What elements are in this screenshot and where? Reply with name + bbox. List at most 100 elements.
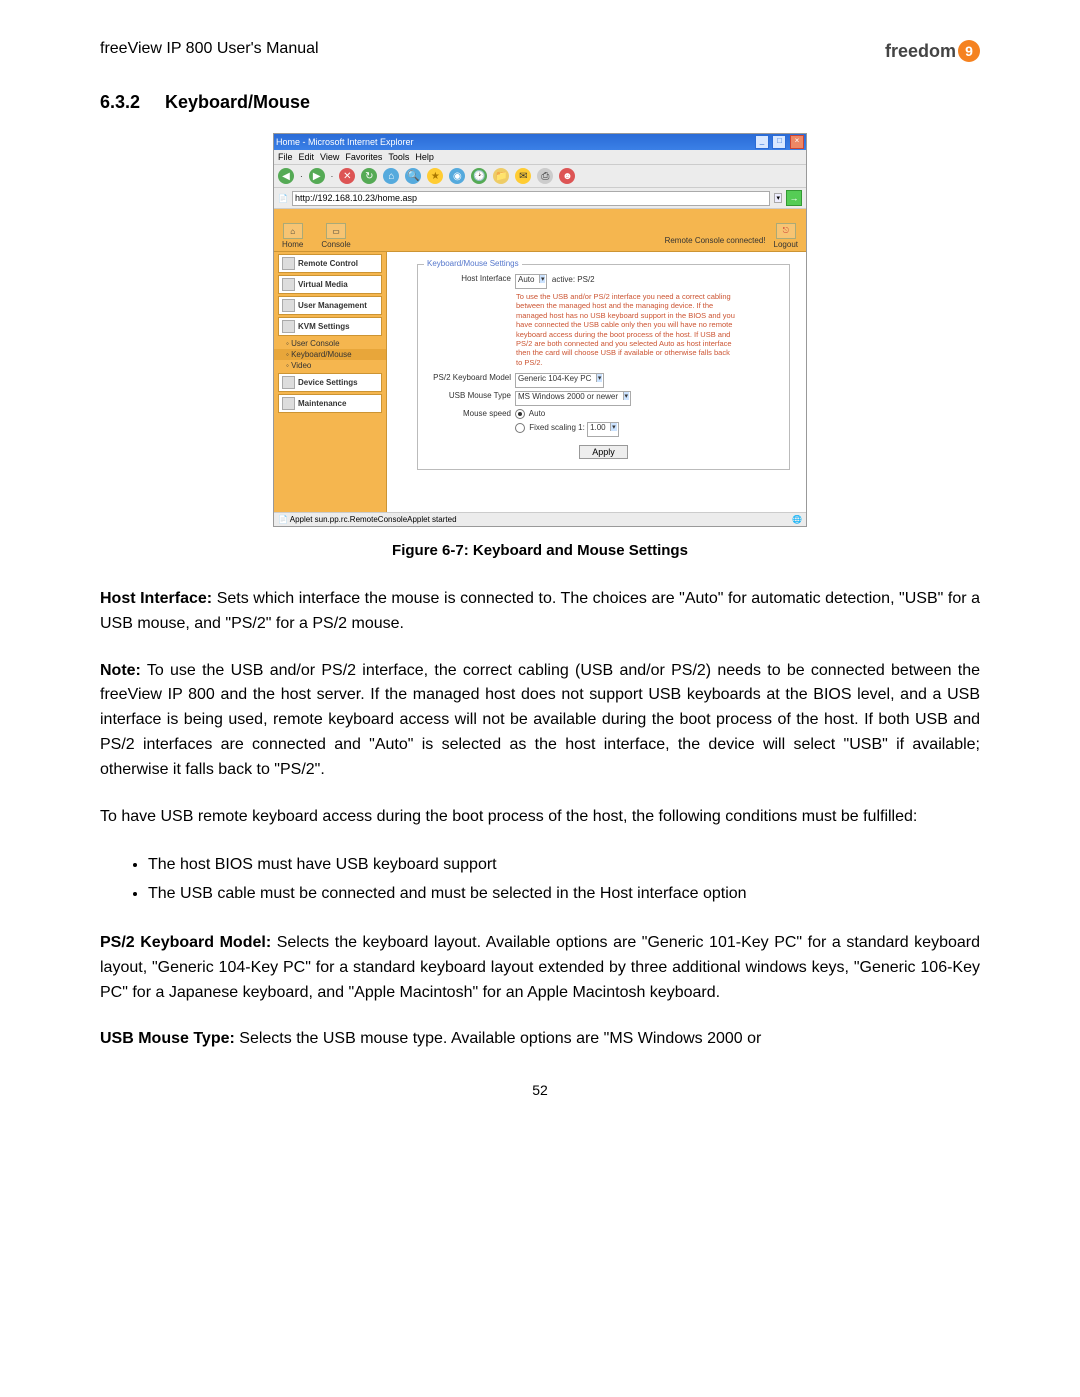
conditions-list: The host BIOS must have USB keyboard sup… bbox=[100, 851, 980, 909]
messenger-icon[interactable]: ☻ bbox=[559, 168, 575, 184]
p1-label: Host Interface: bbox=[100, 590, 212, 607]
usb-mouse-select[interactable]: MS Windows 2000 or newer bbox=[515, 391, 631, 406]
p2-label: Note: bbox=[100, 662, 141, 679]
sidebar-sub-label: Video bbox=[291, 361, 311, 370]
mail-icon[interactable]: ✉ bbox=[515, 168, 531, 184]
mouse-speed-label: Mouse speed bbox=[426, 409, 515, 418]
figure-screenshot: Home - Microsoft Internet Explorer _ □ ×… bbox=[273, 133, 807, 527]
stop-icon[interactable]: ✕ bbox=[339, 168, 355, 184]
sidebar-item-device-settings[interactable]: Device Settings bbox=[278, 373, 382, 392]
topnav-console[interactable]: ▭ Console bbox=[321, 223, 350, 249]
search-icon[interactable]: 🔍 bbox=[405, 168, 421, 184]
sidebar-label: Remote Control bbox=[298, 259, 358, 268]
sidebar: Remote Control Virtual Media User Manage… bbox=[274, 252, 387, 512]
menu-tools[interactable]: Tools bbox=[388, 152, 409, 162]
p2-text: To use the USB and/or PS/2 interface, th… bbox=[100, 662, 980, 778]
browser-title-text: Home - Microsoft Internet Explorer bbox=[276, 137, 414, 147]
device-settings-icon bbox=[282, 376, 295, 389]
sidebar-label: User Management bbox=[298, 301, 367, 310]
mouse-speed-auto-radio[interactable] bbox=[515, 409, 525, 419]
browser-titlebar: Home - Microsoft Internet Explorer _ □ × bbox=[274, 134, 806, 150]
usb-mouse-label: USB Mouse Type bbox=[426, 391, 515, 400]
paragraph-kb-model: PS/2 Keyboard Model: Selects the keyboar… bbox=[100, 931, 980, 1005]
console-icon: ▭ bbox=[326, 223, 346, 239]
minimize-button[interactable]: _ bbox=[755, 135, 769, 149]
maximize-button[interactable]: □ bbox=[772, 135, 786, 149]
sidebar-label: Virtual Media bbox=[298, 280, 348, 289]
fieldset-legend: Keyboard/Mouse Settings bbox=[424, 259, 522, 268]
sidebar-sub-user-console[interactable]: ◦ User Console bbox=[274, 338, 386, 349]
maintenance-icon bbox=[282, 397, 295, 410]
kb-model-select[interactable]: Generic 104-Key PC bbox=[515, 373, 604, 388]
kb-model-label: PS/2 Keyboard Model bbox=[426, 373, 515, 382]
sidebar-item-user-management[interactable]: User Management bbox=[278, 296, 382, 315]
address-dropdown[interactable]: ▾ bbox=[774, 193, 782, 203]
list-item: The host BIOS must have USB keyboard sup… bbox=[148, 851, 980, 880]
remote-control-icon bbox=[282, 257, 295, 270]
topnav-home[interactable]: ⌂ Home bbox=[282, 223, 303, 249]
apply-button[interactable]: Apply bbox=[579, 445, 628, 459]
menu-help[interactable]: Help bbox=[415, 152, 434, 162]
sidebar-item-kvm-settings[interactable]: KVM Settings bbox=[278, 317, 382, 336]
address-icon: 📄 bbox=[278, 194, 288, 203]
host-interface-label: Host Interface bbox=[426, 274, 515, 283]
sidebar-sub-label: User Console bbox=[291, 339, 339, 348]
logo-text: freedom bbox=[885, 41, 956, 62]
menu-favorites[interactable]: Favorites bbox=[345, 152, 382, 162]
home-nav-icon: ⌂ bbox=[283, 223, 303, 239]
paragraph-note: Note: To use the USB and/or PS/2 interfa… bbox=[100, 659, 980, 783]
user-mgmt-icon bbox=[282, 299, 295, 312]
paragraph-conditions-intro: To have USB remote keyboard access durin… bbox=[100, 805, 980, 830]
host-interface-select[interactable]: Auto bbox=[515, 274, 547, 289]
refresh-icon[interactable]: ↻ bbox=[361, 168, 377, 184]
statusbar-text: 📄 Applet sun.pp.rc.RemoteConsoleApplet s… bbox=[278, 515, 457, 524]
history-icon[interactable]: 🕑 bbox=[471, 168, 487, 184]
topnav-logout[interactable]: ⎋ Logout bbox=[774, 223, 798, 249]
sidebar-item-maintenance[interactable]: Maintenance bbox=[278, 394, 382, 413]
logout-icon: ⎋ bbox=[776, 223, 796, 239]
connection-status: Remote Console connected! bbox=[665, 236, 766, 245]
folder-icon[interactable]: 📁 bbox=[493, 168, 509, 184]
section-title: Keyboard/Mouse bbox=[165, 92, 310, 112]
topnav-logout-label: Logout bbox=[774, 240, 798, 249]
favorites-icon[interactable]: ★ bbox=[427, 168, 443, 184]
sidebar-sub-label: Keyboard/Mouse bbox=[291, 350, 351, 359]
statusbar-zone-icon: 🌐 bbox=[792, 515, 802, 524]
kvm-icon bbox=[282, 320, 295, 333]
menu-file[interactable]: File bbox=[278, 152, 293, 162]
media-icon[interactable]: ◉ bbox=[449, 168, 465, 184]
sidebar-label: KVM Settings bbox=[298, 322, 350, 331]
menu-edit[interactable]: Edit bbox=[299, 152, 315, 162]
menu-view[interactable]: View bbox=[320, 152, 339, 162]
print-icon[interactable]: ⎙ bbox=[537, 168, 553, 184]
sidebar-label: Maintenance bbox=[298, 399, 346, 408]
logo-badge: 9 bbox=[958, 40, 980, 62]
sidebar-sub-keyboard-mouse[interactable]: ◦ Keyboard/Mouse bbox=[274, 349, 386, 360]
browser-toolbar: ◀ · ▶ · ✕ ↻ ⌂ 🔍 ★ ◉ 🕑 📁 ✉ ⎙ ☻ bbox=[274, 165, 806, 188]
doc-title: freeView IP 800 User's Manual bbox=[100, 40, 319, 58]
paragraph-usb-mouse: USB Mouse Type: Selects the USB mouse ty… bbox=[100, 1027, 980, 1052]
mouse-speed-fixed-radio[interactable] bbox=[515, 423, 525, 433]
brand-logo: freedom 9 bbox=[885, 40, 980, 62]
browser-menubar: File Edit View Favorites Tools Help bbox=[274, 150, 806, 165]
section-number: 6.3.2 bbox=[100, 92, 160, 113]
go-button[interactable]: → bbox=[786, 190, 802, 206]
section-heading: 6.3.2 Keyboard/Mouse bbox=[100, 92, 980, 113]
back-icon[interactable]: ◀ bbox=[278, 168, 294, 184]
mouse-speed-fixed-label: Fixed scaling 1: bbox=[529, 423, 585, 432]
close-button[interactable]: × bbox=[790, 135, 804, 149]
paragraph-host-interface: Host Interface: Sets which interface the… bbox=[100, 587, 980, 637]
p5-text: Selects the USB mouse type. Available op… bbox=[235, 1030, 762, 1047]
mouse-speed-auto-label: Auto bbox=[529, 409, 545, 418]
mouse-speed-fixed-select[interactable]: 1.00 bbox=[587, 422, 619, 437]
sidebar-sub-video[interactable]: ◦ Video bbox=[274, 360, 386, 371]
sidebar-item-virtual-media[interactable]: Virtual Media bbox=[278, 275, 382, 294]
p5-label: USB Mouse Type: bbox=[100, 1030, 235, 1047]
topnav-home-label: Home bbox=[282, 240, 303, 249]
forward-icon[interactable]: ▶ bbox=[309, 168, 325, 184]
sidebar-label: Device Settings bbox=[298, 378, 358, 387]
address-input[interactable] bbox=[292, 191, 771, 206]
home-icon[interactable]: ⌂ bbox=[383, 168, 399, 184]
page-number: 52 bbox=[100, 1082, 980, 1098]
sidebar-item-remote-control[interactable]: Remote Control bbox=[278, 254, 382, 273]
